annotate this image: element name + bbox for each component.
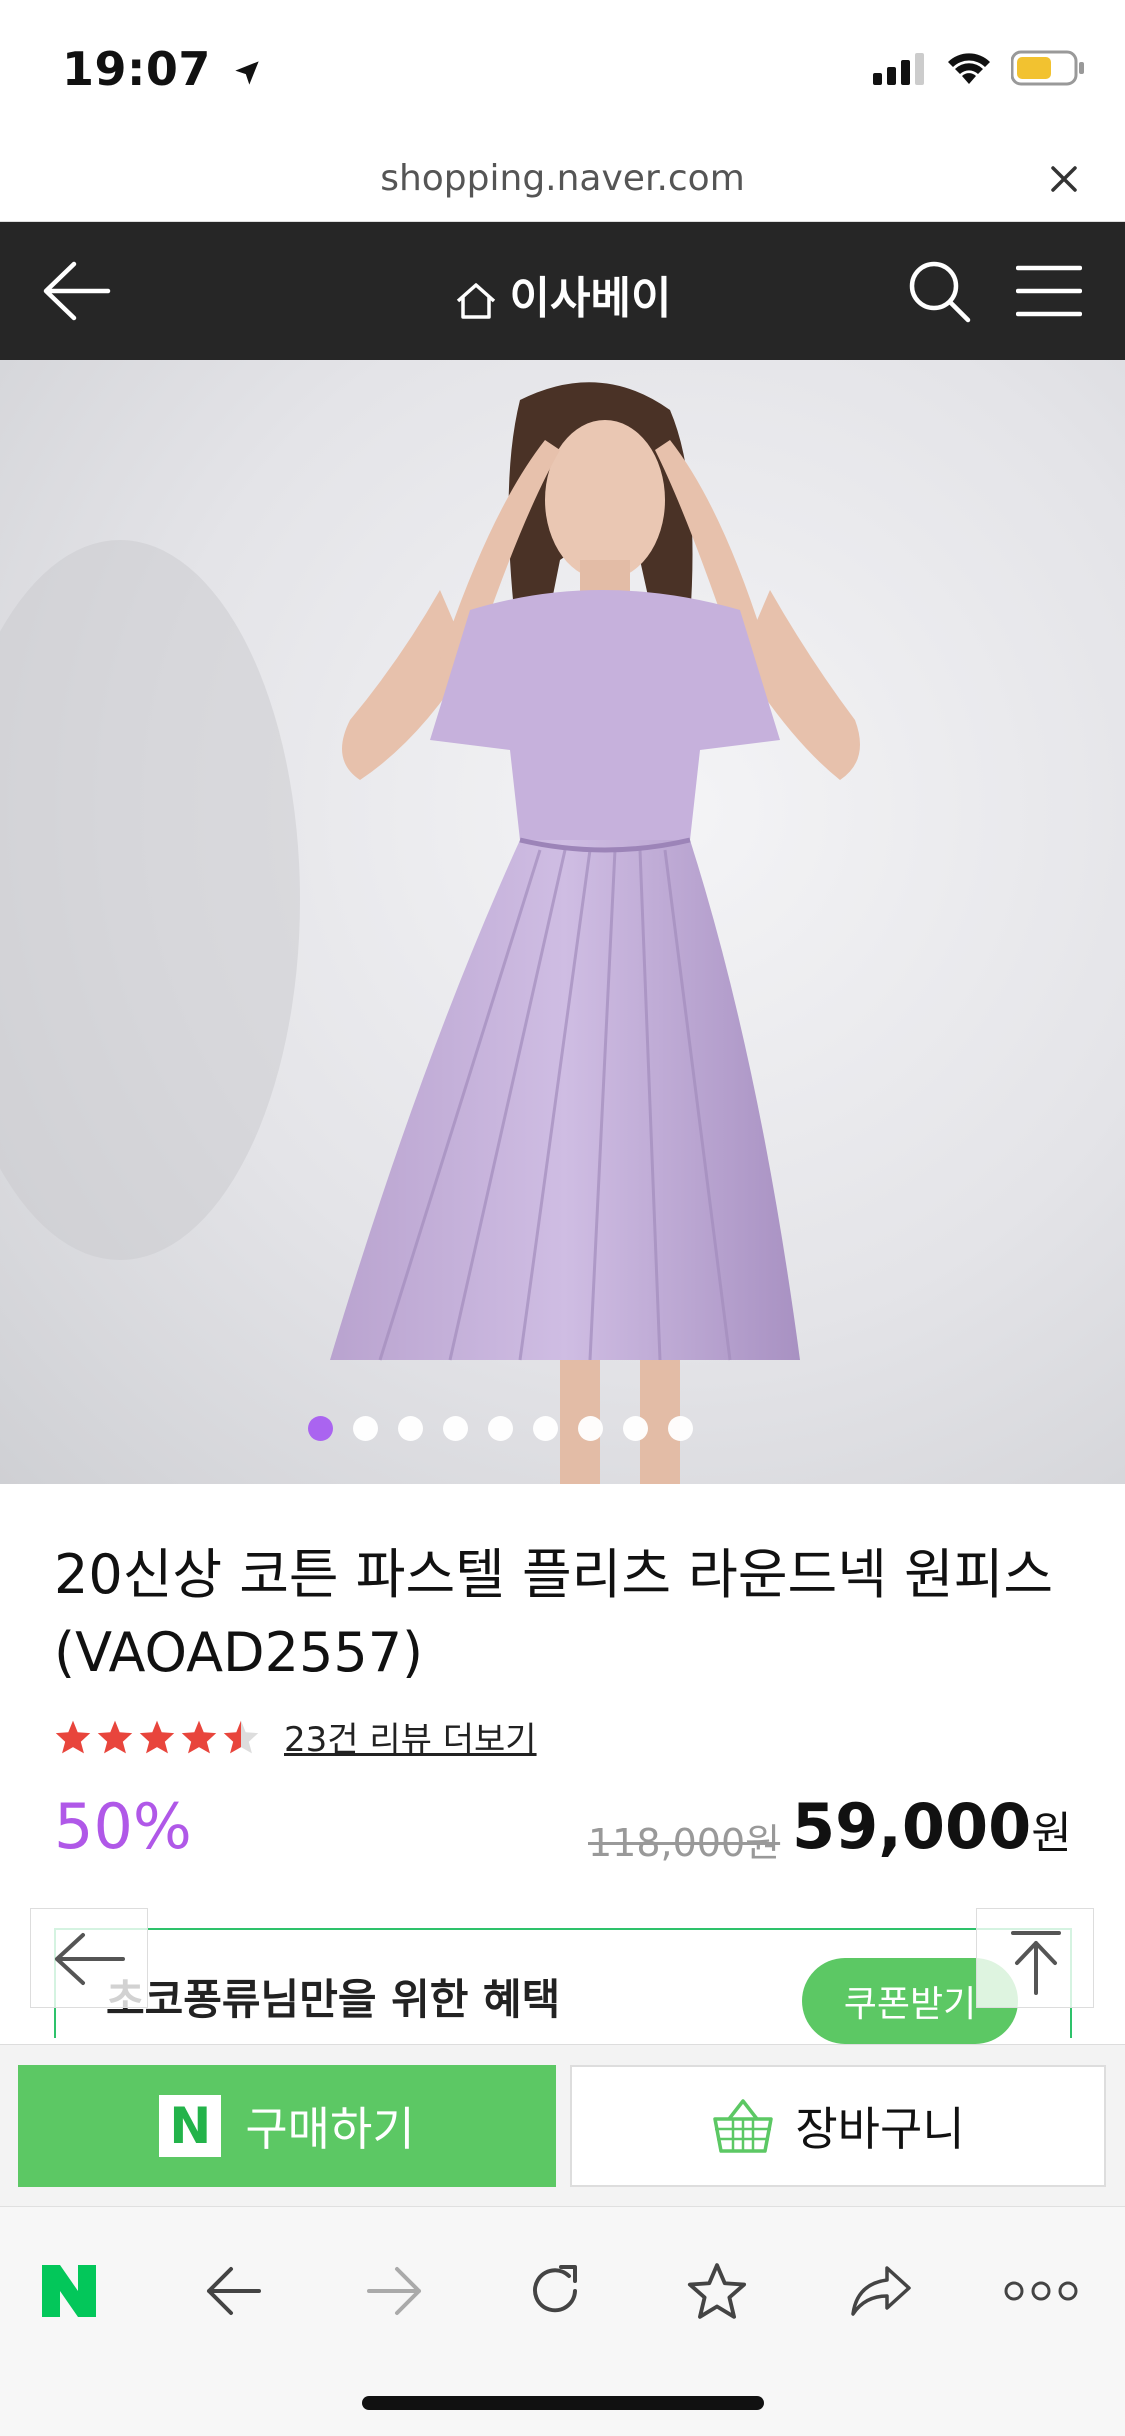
more-button[interactable]	[996, 2251, 1086, 2331]
browser-url-bar: shopping.naver.com	[0, 140, 1125, 222]
buy-button-label: 구매하기	[245, 2102, 415, 2156]
home-indicator[interactable]	[362, 2396, 764, 2410]
sale-price-amount: 59,000	[792, 1790, 1032, 1863]
star-icon	[139, 1720, 175, 1753]
sale-price: 59,000원	[792, 1790, 1072, 1863]
currency-unit: 원	[1031, 1808, 1072, 1859]
member-benefit-box: 초코퐁류님만을 위한 혜택 쿠폰받기	[54, 1928, 1072, 2044]
browser-forward-button[interactable]	[350, 2251, 440, 2331]
back-arrow-icon	[207, 2267, 261, 2315]
signal-icon	[873, 53, 924, 85]
store-title-text: 이사베이	[509, 273, 672, 324]
browser-back-button[interactable]	[188, 2251, 278, 2331]
pagination-dot[interactable]	[533, 1416, 558, 1441]
product-image[interactable]	[0, 360, 1125, 1484]
naver-logo-button[interactable]	[24, 2251, 114, 2331]
coupon-button-label: 쿠폰받기	[843, 1984, 977, 2025]
arrow-up-to-top-icon	[1011, 1931, 1061, 1995]
original-price: 118,000원	[588, 1821, 781, 1865]
floating-back-button[interactable]	[30, 1908, 148, 2008]
star-rating	[54, 1719, 260, 1755]
rating-row: 23건 리뷰 더보기	[54, 1712, 537, 1761]
buy-button[interactable]: N 구매하기	[18, 2065, 556, 2187]
product-title: 20신상 코튼 파스텔 플리츠 라운드넥 원피스 (VAOAD2557)	[54, 1543, 1054, 1684]
url-text[interactable]: shopping.naver.com	[0, 158, 1125, 199]
purchase-bar: N 구매하기 장바구니	[0, 2044, 1125, 2206]
basket-icon	[713, 2099, 774, 2153]
benefit-label: 초코퐁류님만을 위한 혜택	[106, 1975, 561, 2024]
image-pagination	[0, 1416, 1125, 1441]
star-icon	[55, 1720, 91, 1753]
scroll-to-top-button[interactable]	[976, 1908, 1094, 2008]
pagination-dot[interactable]	[353, 1416, 378, 1441]
model-in-dress-illustration	[0, 382, 860, 1484]
menu-icon[interactable]	[1016, 262, 1082, 320]
search-icon[interactable]	[906, 258, 972, 324]
pagination-dot[interactable]	[668, 1416, 693, 1441]
pagination-dot[interactable]	[443, 1416, 468, 1441]
pagination-dot[interactable]	[623, 1416, 648, 1441]
share-arrow-icon	[851, 2266, 911, 2316]
cart-button-label: 장바구니	[795, 2102, 965, 2156]
half-star-icon	[223, 1720, 259, 1753]
naver-logo-icon	[42, 2265, 96, 2317]
forward-arrow-icon	[367, 2267, 421, 2315]
close-icon[interactable]	[1043, 158, 1085, 200]
reload-icon	[533, 2265, 577, 2313]
store-nav-bar: 이사베이	[0, 222, 1125, 360]
status-bar: 19:07	[0, 0, 1125, 140]
naver-pay-logo-icon: N	[159, 2095, 222, 2157]
star-outline-icon	[687, 2263, 747, 2319]
home-icon	[456, 283, 495, 319]
star-icon	[97, 1720, 133, 1753]
battery-icon	[1011, 50, 1084, 86]
location-arrow-icon	[235, 60, 260, 85]
cart-button[interactable]: 장바구니	[570, 2065, 1106, 2187]
back-arrow-icon	[55, 1933, 125, 1985]
pagination-dot[interactable]	[578, 1416, 603, 1441]
star-icon	[181, 1720, 217, 1753]
share-button[interactable]	[836, 2251, 926, 2331]
reload-button[interactable]	[510, 2251, 600, 2331]
pagination-dot[interactable]	[488, 1416, 513, 1441]
more-dots-icon	[1004, 2281, 1078, 2301]
wifi-icon	[948, 53, 990, 84]
bookmark-button[interactable]	[672, 2251, 762, 2331]
time-text: 19:07	[62, 42, 211, 96]
status-time: 19:07	[62, 42, 261, 96]
status-icons	[873, 50, 1085, 86]
pagination-dot[interactable]	[398, 1416, 423, 1441]
review-link[interactable]: 23건 리뷰 더보기	[284, 1712, 537, 1761]
pagination-dot-active[interactable]	[308, 1416, 333, 1441]
discount-rate: 50%	[54, 1790, 192, 1863]
